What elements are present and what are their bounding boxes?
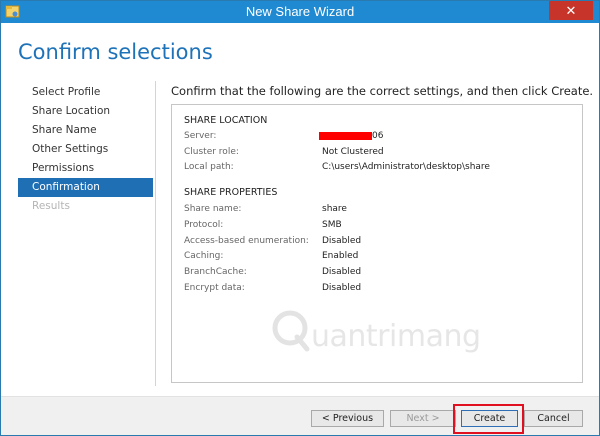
share-properties-heading: SHARE PROPERTIES bbox=[184, 187, 278, 198]
abe-label: Access-based enumeration: bbox=[184, 236, 309, 246]
next-button[interactable]: Next > bbox=[390, 410, 456, 427]
share-name-label: Share name: bbox=[184, 204, 242, 214]
watermark: uantrimang bbox=[271, 303, 511, 354]
encrypt-data-value: Disabled bbox=[322, 283, 362, 293]
share-name-value: share bbox=[322, 204, 347, 214]
local-path-value: C:\users\Administrator\desktop\share bbox=[322, 162, 490, 172]
cluster-role-label: Cluster role: bbox=[184, 147, 239, 157]
nav-item-other-settings[interactable]: Other Settings bbox=[18, 140, 153, 159]
nav-item-share-name[interactable]: Share Name bbox=[18, 121, 153, 140]
instruction-text: Confirm that the following are the corre… bbox=[171, 84, 594, 98]
window-title: New Share Wizard bbox=[245, 4, 355, 19]
branchcache-value: Disabled bbox=[322, 267, 362, 277]
nav-divider bbox=[155, 81, 156, 386]
close-button[interactable]: ✕ bbox=[549, 1, 593, 20]
nav-item-confirmation[interactable]: Confirmation bbox=[18, 178, 153, 197]
page-title: Confirm selections bbox=[18, 40, 213, 64]
wizard-window: New Share Wizard ✕ Confirm selections Se… bbox=[0, 0, 600, 436]
watermark-logo-icon bbox=[272, 310, 310, 352]
encrypt-data-label: Encrypt data: bbox=[184, 283, 245, 293]
redaction-mark bbox=[319, 131, 372, 140]
nav-item-permissions[interactable]: Permissions bbox=[18, 159, 153, 178]
close-icon: ✕ bbox=[565, 3, 577, 18]
wizard-nav: Select Profile Share Location Share Name… bbox=[18, 83, 153, 216]
share-location-heading: SHARE LOCATION bbox=[184, 115, 268, 126]
protocol-value: SMB bbox=[322, 220, 342, 230]
cancel-button[interactable]: Cancel bbox=[524, 410, 583, 427]
protocol-label: Protocol: bbox=[184, 220, 224, 230]
nav-item-results: Results bbox=[32, 200, 70, 212]
local-path-label: Local path: bbox=[184, 162, 234, 172]
branchcache-label: BranchCache: bbox=[184, 267, 247, 277]
watermark-text: uantrimang bbox=[311, 319, 481, 354]
server-value: 06 bbox=[319, 131, 384, 141]
server-value-suffix: 06 bbox=[372, 131, 384, 141]
caching-value: Enabled bbox=[322, 251, 359, 261]
nav-item-select-profile[interactable]: Select Profile bbox=[18, 83, 153, 102]
caching-label: Caching: bbox=[184, 251, 224, 261]
abe-value: Disabled bbox=[322, 236, 362, 246]
previous-button[interactable]: < Previous bbox=[311, 410, 384, 427]
cluster-role-value: Not Clustered bbox=[322, 147, 384, 157]
title-bar[interactable]: New Share Wizard ✕ bbox=[1, 1, 599, 23]
create-highlight-box bbox=[453, 404, 524, 434]
server-label: Server: bbox=[184, 131, 217, 141]
nav-item-share-location[interactable]: Share Location bbox=[18, 102, 153, 121]
